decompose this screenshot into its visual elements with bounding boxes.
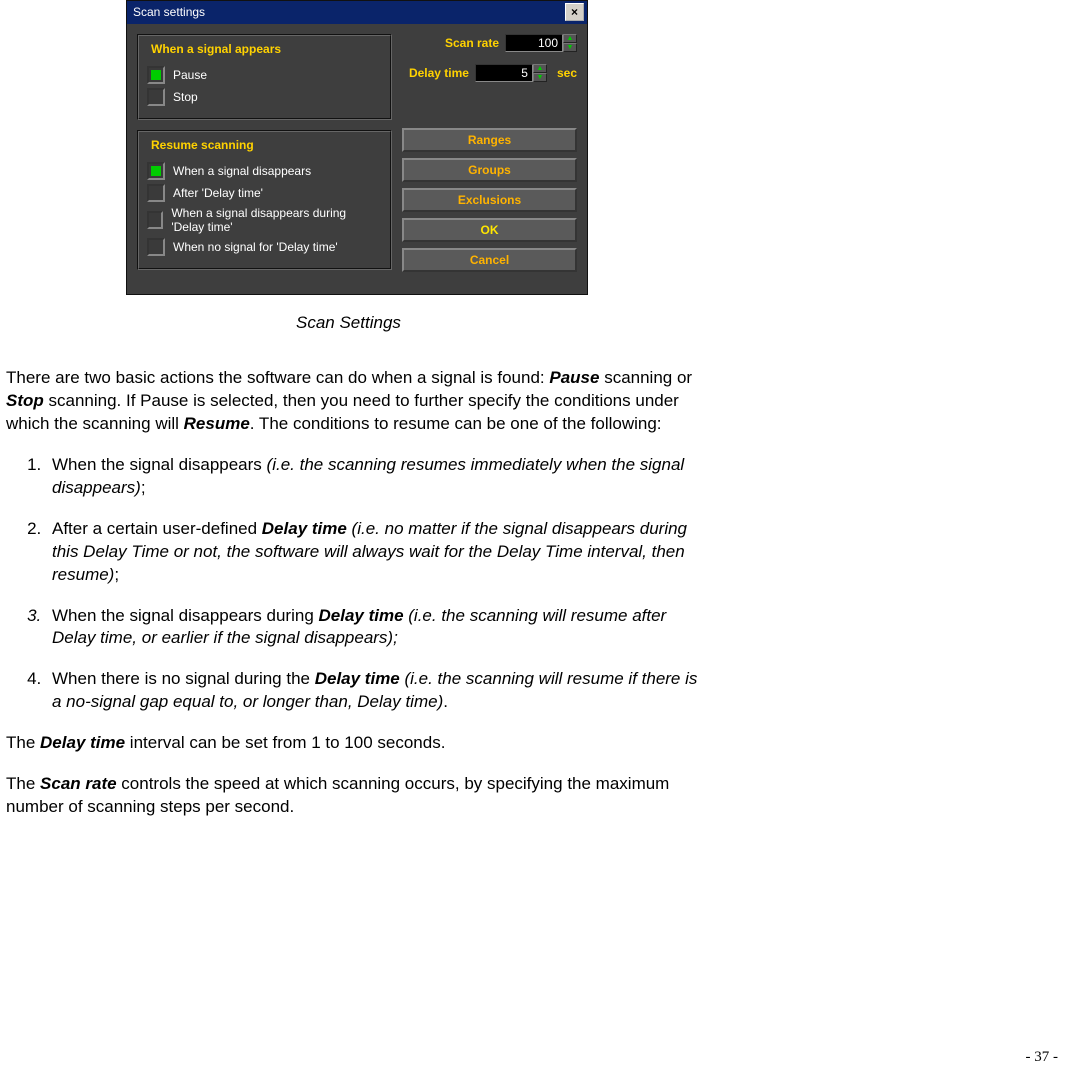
scan-rate-label: Scan rate <box>445 36 499 50</box>
ranges-button[interactable]: Ranges <box>402 128 577 152</box>
option-label: When no signal for 'Delay time' <box>173 240 338 254</box>
option-no-signal-for-delay[interactable]: When no signal for 'Delay time' <box>147 238 382 256</box>
chevron-up-icon[interactable]: ▲ <box>533 64 547 73</box>
scan-rate-row: Scan rate 100 ▲ ▼ <box>402 34 577 52</box>
checkbox-icon[interactable] <box>147 66 165 84</box>
option-label: When a signal disappears <box>173 164 311 178</box>
delay-time-field[interactable]: 5 ▲ ▼ <box>475 64 547 82</box>
chevron-down-icon[interactable]: ▼ <box>533 73 547 82</box>
option-label: After 'Delay time' <box>173 186 263 200</box>
dialog-body: When a signal appears Pause Stop Resume … <box>127 24 587 294</box>
option-stop[interactable]: Stop <box>147 88 382 106</box>
right-column: Scan rate 100 ▲ ▼ Delay time 5 <box>402 34 577 280</box>
group-title: When a signal appears <box>147 42 285 56</box>
delay-time-spinner[interactable]: ▲ ▼ <box>533 64 547 82</box>
option-after-delay[interactable]: After 'Delay time' <box>147 184 382 202</box>
page-number: - 37 - <box>1026 1049 1059 1066</box>
option-label: When a signal disappears during 'Delay t… <box>171 206 382 234</box>
checkbox-icon[interactable] <box>147 238 165 256</box>
checkbox-icon[interactable] <box>147 88 165 106</box>
ok-button[interactable]: OK <box>402 218 577 242</box>
group-resume-scanning: Resume scanning When a signal disappears… <box>137 130 392 270</box>
figure-caption: Scan Settings <box>296 313 1058 333</box>
checkbox-icon[interactable] <box>147 211 163 229</box>
checkbox-icon[interactable] <box>147 162 165 180</box>
scan-settings-dialog: Scan settings × When a signal appears Pa… <box>126 0 588 295</box>
titlebar: Scan settings × <box>127 1 587 24</box>
list-item: When there is no signal during the Delay… <box>46 668 706 714</box>
list-item: When the signal disappears (i.e. the sca… <box>46 454 706 500</box>
sec-unit: sec <box>557 66 577 80</box>
group-title: Resume scanning <box>147 138 258 152</box>
conditions-list: When the signal disappears (i.e. the sca… <box>6 454 706 714</box>
body-text: There are two basic actions the software… <box>6 367 706 819</box>
list-item: After a certain user-defined Delay time … <box>46 518 706 587</box>
chevron-up-icon[interactable]: ▲ <box>563 34 577 43</box>
groups-button[interactable]: Groups <box>402 158 577 182</box>
intro-paragraph: There are two basic actions the software… <box>6 367 706 436</box>
option-pause[interactable]: Pause <box>147 66 382 84</box>
cancel-button[interactable]: Cancel <box>402 248 577 272</box>
delay-time-input[interactable]: 5 <box>475 64 533 82</box>
left-column: When a signal appears Pause Stop Resume … <box>137 34 392 280</box>
spacer <box>402 94 577 122</box>
scan-rate-input[interactable]: 100 <box>505 34 563 52</box>
delay-time-row: Delay time 5 ▲ ▼ sec <box>402 64 577 82</box>
option-label: Pause <box>173 68 207 82</box>
scan-rate-spinner[interactable]: ▲ ▼ <box>563 34 577 52</box>
close-icon[interactable]: × <box>565 3 584 21</box>
option-disappears-during-delay[interactable]: When a signal disappears during 'Delay t… <box>147 206 382 234</box>
scan-rate-note: The Scan rate controls the speed at whic… <box>6 773 706 819</box>
list-item: When the signal disappears during Delay … <box>46 605 706 651</box>
option-label: Stop <box>173 90 198 104</box>
chevron-down-icon[interactable]: ▼ <box>563 43 577 52</box>
window-title: Scan settings <box>133 5 205 19</box>
option-signal-disappears[interactable]: When a signal disappears <box>147 162 382 180</box>
checkbox-icon[interactable] <box>147 184 165 202</box>
delay-time-note: The Delay time interval can be set from … <box>6 732 706 755</box>
scan-rate-field[interactable]: 100 ▲ ▼ <box>505 34 577 52</box>
group-when-signal-appears: When a signal appears Pause Stop <box>137 34 392 120</box>
exclusions-button[interactable]: Exclusions <box>402 188 577 212</box>
delay-time-label: Delay time <box>409 66 469 80</box>
